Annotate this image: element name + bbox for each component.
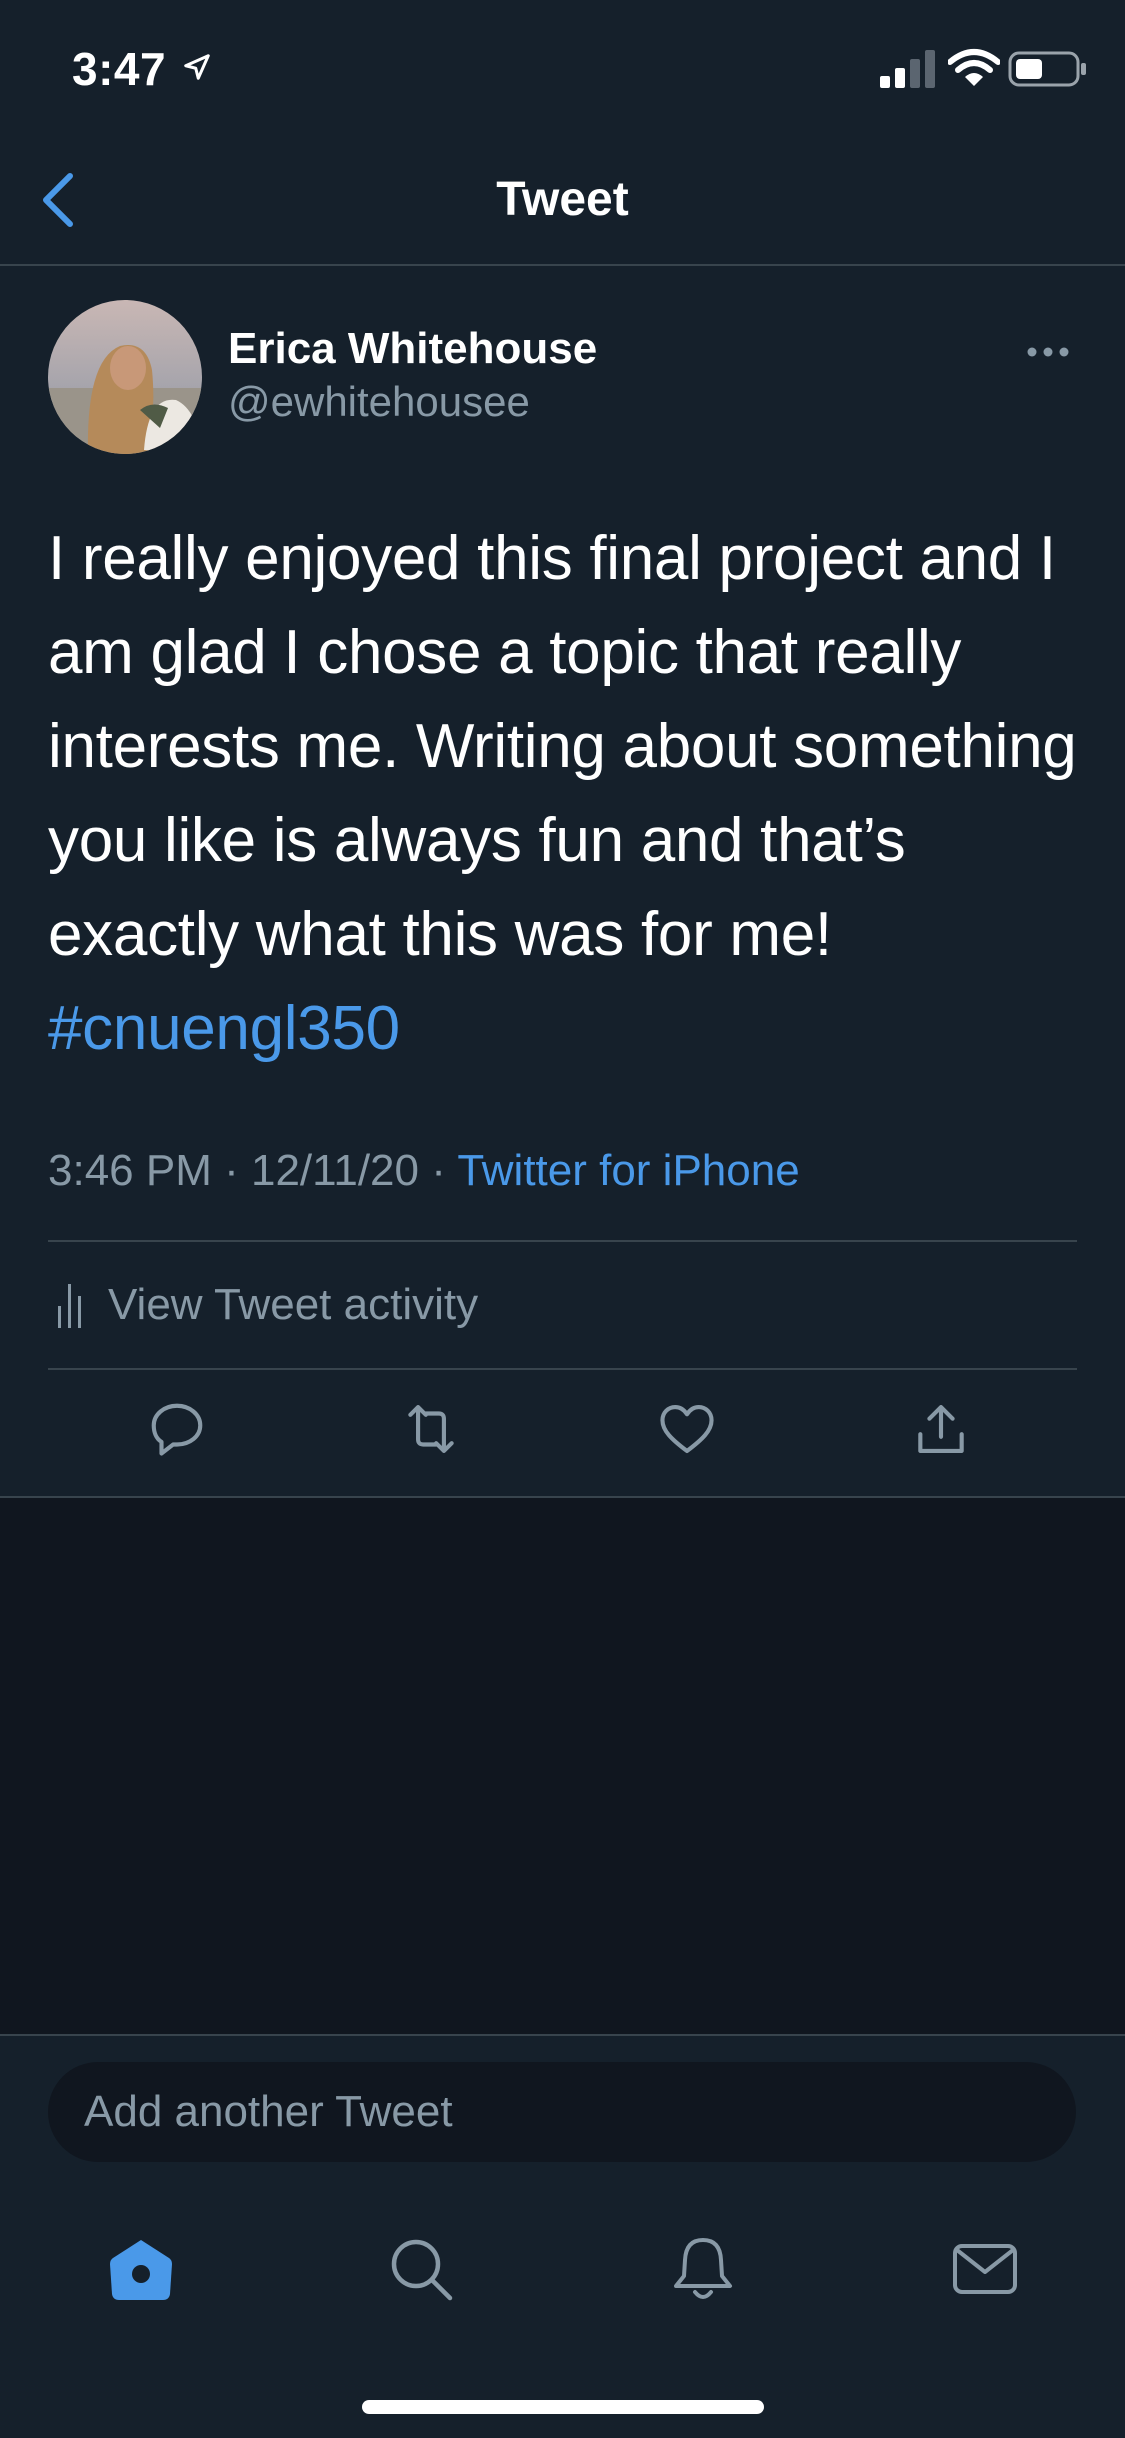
hashtag-link[interactable]: #cnuengl350 [48, 982, 1088, 1076]
meta-separator: · [211, 1146, 251, 1195]
location-arrow-icon [184, 54, 210, 80]
heart-icon[interactable] [656, 1398, 718, 1460]
empty-replies-area [0, 1498, 1125, 2034]
tweet-time: 3:46 PM [48, 1146, 212, 1195]
meta-separator: · [419, 1146, 458, 1195]
bar-chart-icon [58, 1284, 81, 1328]
reply-icon[interactable] [146, 1398, 208, 1460]
share-icon[interactable] [910, 1398, 972, 1460]
navigation-bar: Tweet [0, 140, 1125, 266]
retweet-icon[interactable] [400, 1398, 462, 1460]
author-handle[interactable]: @ewhitehousee [228, 378, 530, 426]
battery-icon [1008, 51, 1086, 87]
page-title: Tweet [496, 173, 629, 226]
author-name[interactable]: Erica Whitehouse [228, 324, 597, 374]
cellular-signal-icon [880, 50, 935, 88]
status-bar: 3:47 [0, 0, 1125, 140]
avatar[interactable] [48, 300, 202, 454]
wifi-icon [948, 49, 1000, 86]
bottom-bar [0, 2034, 1125, 2438]
more-options-icon[interactable] [1024, 342, 1072, 362]
home-icon[interactable] [106, 2234, 176, 2304]
notifications-bell-icon[interactable] [668, 2234, 738, 2304]
tweet-text: I really enjoyed this final project and … [48, 512, 1088, 1076]
tweet-body: I really enjoyed this final project and … [48, 524, 1077, 969]
tweet-date: 12/11/20 [250, 1146, 419, 1195]
view-tweet-activity-button[interactable]: View Tweet activity [48, 1242, 1077, 1368]
messages-envelope-icon[interactable] [950, 2234, 1020, 2304]
tweet-source-link[interactable]: Twitter for iPhone [457, 1146, 799, 1195]
tweet-detail: Erica Whitehouse @ewhitehousee I really … [0, 266, 1125, 1498]
tweet-action-bar [0, 1370, 1125, 1496]
search-icon[interactable] [386, 2234, 456, 2304]
home-indicator [362, 2400, 764, 2414]
tweet-metadata: 3:46 PM · 12/11/20 · Twitter for iPhone [48, 1146, 800, 1196]
add-another-tweet-input[interactable] [48, 2062, 1076, 2162]
status-time: 3:47 [72, 43, 167, 95]
view-tweet-activity-label: View Tweet activity [108, 1280, 479, 1329]
